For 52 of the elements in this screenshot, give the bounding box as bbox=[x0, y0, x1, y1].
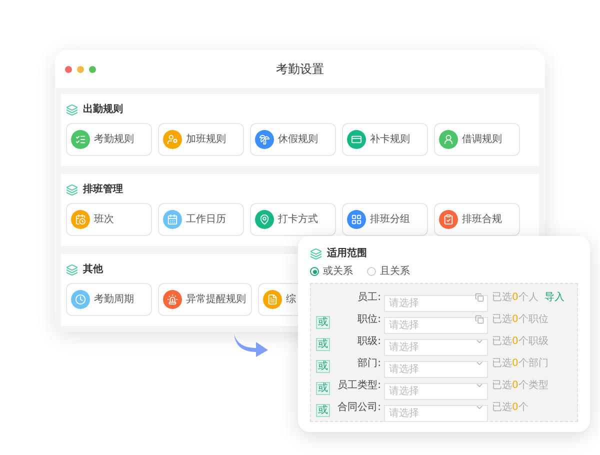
panel-title: 适用范围 bbox=[327, 246, 367, 261]
selection-count: 已选0个类型 bbox=[492, 378, 548, 393]
selection-count: 已选0个职级 bbox=[492, 334, 548, 349]
select-field[interactable]: 请选择 bbox=[384, 317, 488, 334]
section-title: 排班管理 bbox=[83, 182, 123, 197]
selection-count: 已选0个人 bbox=[492, 290, 538, 305]
select-field[interactable]: 请选择 bbox=[384, 339, 488, 356]
select-field[interactable]: 请选择 bbox=[384, 295, 488, 312]
rule-button[interactable]: 打卡方式 bbox=[250, 203, 336, 236]
copy-icon bbox=[475, 293, 484, 302]
rule-button[interactable]: 异常提醒规则 bbox=[158, 283, 252, 316]
field-label: 员工: bbox=[358, 291, 381, 305]
layers-icon bbox=[66, 104, 78, 116]
layers-icon bbox=[66, 184, 78, 196]
field-label: 员工类型: bbox=[338, 378, 381, 393]
select-field[interactable]: 请选择 bbox=[384, 383, 488, 400]
section-title: 其他 bbox=[83, 262, 103, 277]
select-field[interactable]: 请选择 bbox=[384, 361, 488, 378]
rule-button[interactable]: 排班分组 bbox=[342, 203, 428, 236]
or-tag: 或 bbox=[316, 338, 330, 351]
chevron-down-icon bbox=[475, 359, 484, 368]
rule-button[interactable]: 加班规则 bbox=[158, 123, 244, 156]
chevron-down-icon bbox=[475, 381, 484, 390]
chevron-down-icon bbox=[475, 403, 484, 412]
selection-count: 已选0个职位 bbox=[492, 312, 548, 327]
or-tag: 或 bbox=[316, 404, 330, 417]
or-tag: 或 bbox=[316, 360, 330, 373]
window-title: 考勤设置 bbox=[276, 61, 324, 78]
field-label: 合同公司: bbox=[338, 401, 381, 415]
field-label: 职级: bbox=[358, 335, 381, 349]
selection-count: 已选0个部门 bbox=[492, 356, 548, 371]
relation-radio[interactable]: 或关系 bbox=[310, 264, 353, 279]
field-label: 职位: bbox=[358, 313, 381, 327]
select-field[interactable]: 请选择 bbox=[384, 405, 488, 422]
rule-button[interactable]: 班次 bbox=[66, 203, 152, 236]
rule-button[interactable]: 借调规则 bbox=[434, 123, 520, 156]
layers-icon bbox=[66, 264, 78, 276]
chevron-down-icon bbox=[475, 337, 484, 346]
rule-button[interactable]: 排班合规 bbox=[434, 203, 520, 236]
section-title: 出勤规则 bbox=[83, 102, 123, 117]
rule-button[interactable]: 工作日历 bbox=[158, 203, 244, 236]
layers-icon bbox=[310, 248, 322, 260]
rule-button[interactable]: 考勤规则 bbox=[66, 123, 152, 156]
relation-radio[interactable]: 且关系 bbox=[367, 264, 410, 279]
or-tag: 或 bbox=[316, 382, 330, 395]
rule-button[interactable]: 考勤周期 bbox=[66, 283, 152, 316]
copy-icon bbox=[475, 315, 484, 324]
rule-button[interactable]: 休假规则 bbox=[250, 123, 336, 156]
or-tag: 或 bbox=[316, 316, 330, 329]
selection-count: 已选0个 bbox=[492, 400, 528, 415]
field-label: 部门: bbox=[358, 356, 381, 371]
rule-button[interactable]: 补卡规则 bbox=[342, 123, 428, 156]
